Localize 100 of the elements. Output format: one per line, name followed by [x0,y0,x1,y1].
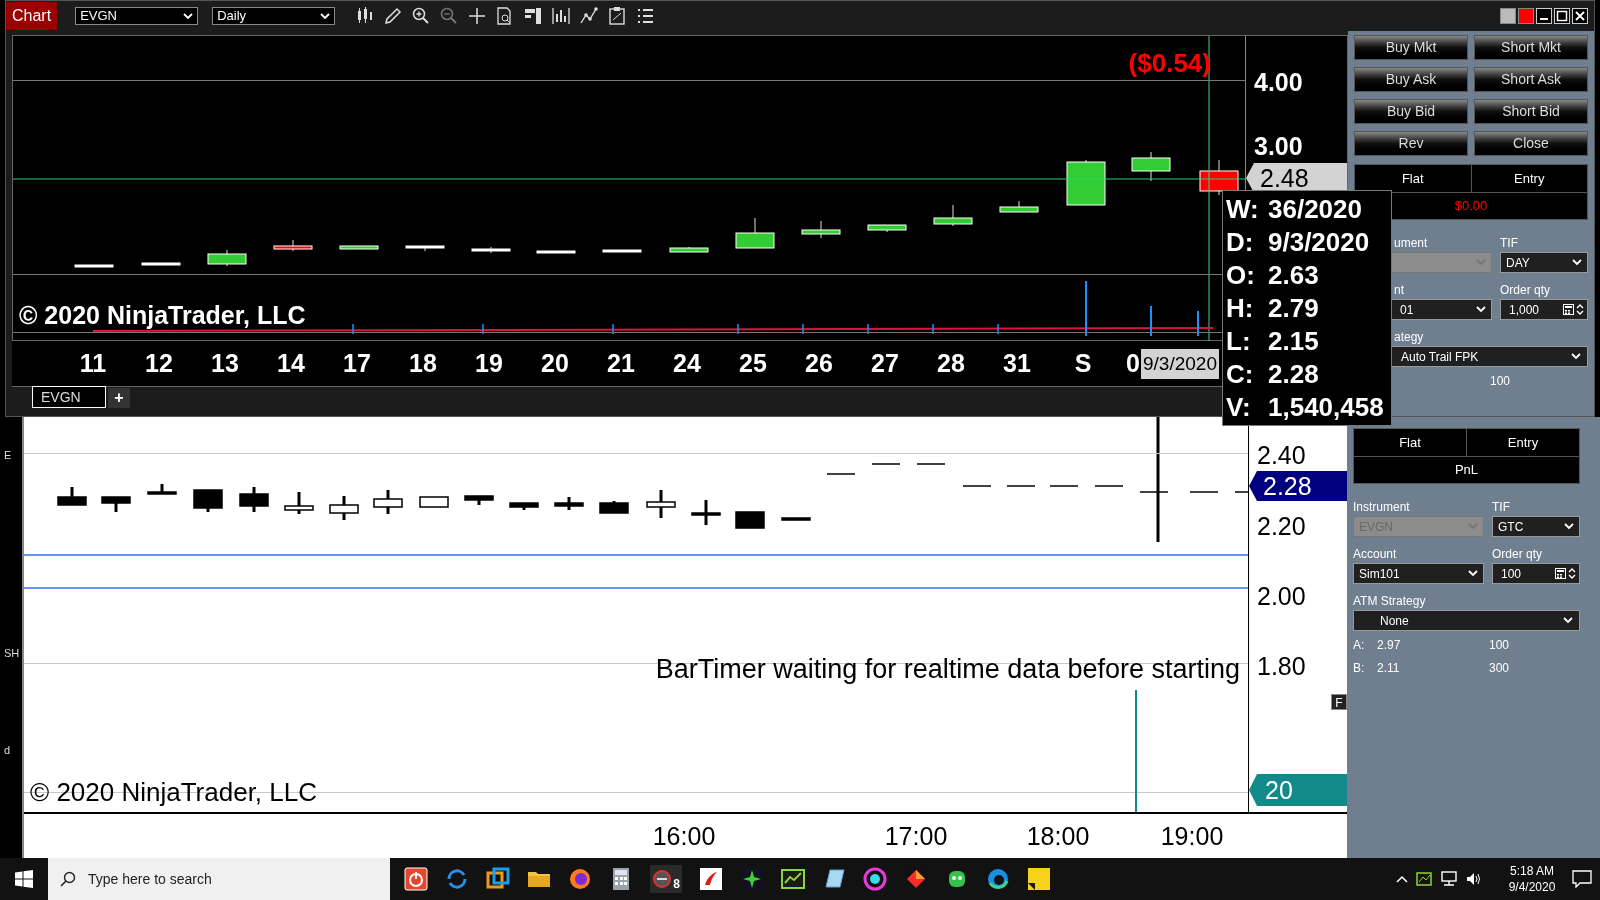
candlestick [826,473,856,475]
quantity-field[interactable]: 100 [1492,563,1580,584]
candlestick [933,204,973,227]
order-button[interactable]: Buy Mkt [1354,35,1468,60]
tooltip-value: 1,540,458 [1268,391,1384,424]
candlestick [141,262,181,266]
chevron-icon [183,12,194,20]
position-header: Entry [1471,165,1587,192]
candlestick [1049,485,1079,487]
field-label: Account [1353,546,1398,563]
candlestick [735,511,765,529]
price-label: 4.00 [1254,67,1303,98]
tooltip-value: 2.63 [1268,259,1319,292]
field-label: nt [1393,282,1405,299]
candlestick [193,489,223,512]
app-taskbar-item[interactable]: 8 [650,865,682,893]
chevron-icon [1468,570,1478,577]
candlestick [471,246,511,254]
candlestick [781,517,811,521]
spinner-arrows-icon[interactable] [1568,567,1576,580]
candlestick [339,245,379,250]
order-button[interactable]: Buy Bid [1354,99,1468,124]
chevron-icon [320,12,331,20]
order-button[interactable]: Close [1474,131,1588,156]
date-label: 26 [804,347,834,379]
note-icon[interactable] [822,867,846,891]
quote-size: 100 [1490,373,1511,390]
dropdown[interactable]: DAY [1500,252,1588,273]
candlestick [646,490,676,518]
candlestick [602,249,642,253]
date-label: 14 [276,347,306,379]
overlapping-squares-icon[interactable] [486,867,510,891]
maximize-icon[interactable] [1554,8,1570,24]
bar-chart-icon[interactable] [551,6,572,26]
candlestick [284,492,314,514]
swoosh-icon[interactable] [699,867,723,891]
position-header: Flat [1354,429,1467,456]
date-label: 0 [1125,347,1140,379]
position-header: Entry [1467,429,1579,456]
refresh-icon[interactable] [445,867,469,891]
dropdown[interactable]: None [1353,610,1580,631]
quote-price: 2.11 [1377,660,1401,677]
dropdown[interactable]: Daily [212,7,336,25]
sticky-note-icon[interactable] [1027,867,1051,891]
calculator-icon [1563,304,1574,315]
panel-layout-icon[interactable] [523,6,544,26]
order-button[interactable]: Rev [1354,131,1468,156]
date-label: 11 [78,347,108,379]
order-button[interactable]: Buy Ask [1354,67,1468,92]
close-icon[interactable] [1572,8,1588,24]
spinner-arrows-icon[interactable] [1576,303,1584,316]
field-label: Order qty [1492,546,1543,563]
quote-label: A: [1353,637,1366,654]
crosshair-icon[interactable] [467,6,488,26]
chart-icon[interactable] [781,867,805,891]
quote-label: B: [1353,660,1366,677]
field-label: Instrument [1353,499,1411,516]
pnl-header: PnL [1354,456,1579,483]
windows-logo-icon[interactable] [15,870,33,888]
list-icon[interactable] [635,6,656,26]
quantity-field[interactable]: 1,000 [1500,299,1588,320]
date-label: 17 [342,347,372,379]
dropdown[interactable]: GTC [1492,516,1580,537]
order-button[interactable]: Short Ask [1474,67,1588,92]
quote-size: 300 [1489,660,1510,677]
network-icon[interactable] [1440,871,1458,887]
candlestick [554,497,584,510]
candlestick [273,239,313,252]
chart-icon[interactable] [1416,871,1432,887]
order-button[interactable]: Short Mkt [1474,35,1588,60]
minimize-icon[interactable] [1536,8,1552,24]
candlestick [735,217,775,249]
clipboard-icon[interactable] [607,6,628,26]
pencil-icon[interactable] [383,6,404,26]
search-field[interactable]: Type here to search [48,858,390,900]
field-label: TIF [1492,499,1511,516]
round-app-icon [652,869,672,889]
tooltip-value: 2.15 [1268,325,1319,358]
candlestick [1189,491,1219,493]
dropdown[interactable]: EVGN [75,7,199,25]
partial-text: d [4,743,11,758]
line-chart-icon[interactable] [579,6,600,26]
speaker-icon[interactable] [1466,871,1482,887]
add-tab-button[interactable]: + [108,388,130,408]
browser-icon[interactable] [986,867,1010,891]
candlestick [536,250,576,254]
candlestick [147,484,177,495]
ring-icon[interactable] [863,867,887,891]
calculator-icon [1555,568,1566,579]
date-label: 21 [606,347,636,379]
power-icon[interactable] [404,867,428,891]
clock-time: 5:18 AM [1510,863,1554,879]
chart-tab[interactable]: EVGN [32,386,106,408]
globe-icon[interactable] [568,867,592,891]
cursor-date-label: 9/3/2020 [1141,348,1219,379]
dropdown[interactable]: Sim101 [1353,563,1484,584]
chevron-up-icon[interactable] [1396,875,1408,883]
date-label: 13 [210,347,240,379]
order-button[interactable]: Short Bid [1474,99,1588,124]
notification-icon[interactable] [1572,870,1592,888]
